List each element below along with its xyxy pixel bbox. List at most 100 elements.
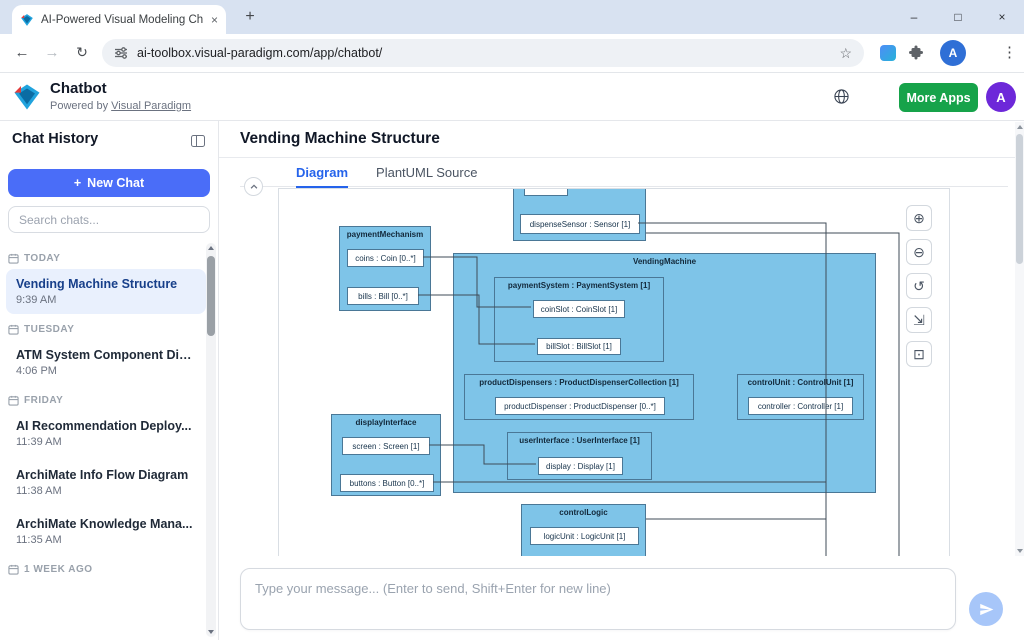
uml-part: controller : Controller [1] bbox=[748, 397, 853, 415]
visual-paradigm-link[interactable]: Visual Paradigm bbox=[111, 100, 191, 112]
browser-toolbar: ← → ↻ ai-toolbox.visual-paradigm.com/app… bbox=[0, 34, 1024, 72]
calendar-icon bbox=[8, 395, 19, 406]
pinned-extension-icon[interactable] bbox=[880, 45, 896, 61]
uml-label: display : Display [1] bbox=[546, 462, 615, 471]
uml-label: screen : Screen [1] bbox=[352, 442, 419, 451]
page-scrollbar[interactable] bbox=[1015, 122, 1024, 556]
section-label: 1 WEEK AGO bbox=[8, 564, 204, 575]
uml-box: VendingMachinepaymentSystem : PaymentSys… bbox=[453, 253, 876, 493]
diagram-tabs: Diagram PlantUML Source bbox=[296, 165, 477, 188]
scroll-down-arrow-icon[interactable] bbox=[1017, 549, 1023, 553]
tab-close-icon[interactable]: × bbox=[211, 13, 218, 27]
chat-history-item[interactable]: ArchiMate Knowledge Mana...11:35 AM bbox=[6, 509, 206, 554]
chat-item-time: 4:06 PM bbox=[16, 365, 196, 377]
powered-by-text: Powered by bbox=[50, 100, 108, 112]
more-apps-button[interactable]: More Apps bbox=[899, 83, 978, 112]
zoom-in-button[interactable]: ⊕ bbox=[906, 205, 932, 231]
reset-view-button[interactable]: ↺ bbox=[906, 273, 932, 299]
back-button[interactable]: ← bbox=[12, 44, 32, 61]
chat-item-title: Vending Machine Structure bbox=[16, 277, 196, 291]
url-text: ai-toolbox.visual-paradigm.com/app/chatb… bbox=[137, 46, 830, 60]
message-scroll-region: Diagram PlantUML Source dispenseSensor :… bbox=[219, 158, 1024, 556]
uml-box: dispenseSensor : Sensor [1] bbox=[513, 189, 646, 241]
user-avatar[interactable]: A bbox=[986, 82, 1016, 112]
scroll-down-arrow-icon[interactable] bbox=[208, 630, 214, 634]
forward-button[interactable]: → bbox=[42, 44, 62, 61]
uml-label: productDispenser : ProductDispenser [0..… bbox=[504, 402, 656, 411]
uml-box: userInterface : UserInterface [1]display… bbox=[507, 432, 652, 480]
send-button[interactable] bbox=[969, 592, 1003, 626]
uml-label: controlUnit : ControlUnit [1] bbox=[738, 375, 863, 387]
window-controls: – □ × bbox=[892, 0, 1024, 34]
uml-part: coins : Coin [0..*] bbox=[347, 249, 424, 267]
section-label: FRIDAY bbox=[8, 395, 204, 406]
search-chats-input[interactable] bbox=[8, 206, 210, 233]
uml-part: bills : Bill [0..*] bbox=[347, 287, 419, 305]
chat-item-title: AI Recommendation Deploy... bbox=[16, 419, 196, 433]
scroll-up-arrow-icon[interactable] bbox=[1017, 125, 1023, 129]
collapse-message-button[interactable] bbox=[244, 177, 263, 196]
chat-section-list: TODAYVending Machine Structure9:39 AMTUE… bbox=[6, 243, 206, 640]
uml-part: logicUnit : LogicUnit [1] bbox=[530, 527, 639, 545]
expand-button[interactable]: ⇲ bbox=[906, 307, 932, 333]
uml-part: coinSlot : CoinSlot [1] bbox=[533, 300, 625, 318]
diagram-canvas[interactable]: dispenseSensor : Sensor [1] paymentMechan… bbox=[279, 189, 949, 556]
refresh-button[interactable]: ↻ bbox=[72, 44, 92, 61]
uml-part: dispenseSensor : Sensor [1] bbox=[520, 214, 640, 234]
sidebar-scrollbar[interactable] bbox=[206, 243, 216, 637]
sidebar-scrollbar-thumb[interactable] bbox=[207, 256, 215, 336]
uml-part: billSlot : BillSlot [1] bbox=[537, 338, 621, 355]
tab-plantuml-source[interactable]: PlantUML Source bbox=[376, 165, 477, 188]
chat-history-item[interactable]: ATM System Component Dia...4:06 PM bbox=[6, 340, 206, 385]
chat-history-item[interactable]: Vending Machine Structure 9:39 AM bbox=[6, 269, 206, 314]
uml-label: paymentSystem : PaymentSystem [1] bbox=[495, 278, 663, 290]
message-input[interactable] bbox=[240, 568, 956, 630]
chat-item-time: 9:39 AM bbox=[16, 294, 196, 306]
browser-tab[interactable]: AI-Powered Visual Modeling Ch × bbox=[12, 5, 226, 34]
uml-label: coins : Coin [0..*] bbox=[355, 254, 415, 263]
new-chat-label: New Chat bbox=[87, 176, 144, 190]
visual-paradigm-favicon-icon bbox=[20, 13, 34, 27]
uml-label: billSlot : BillSlot [1] bbox=[546, 342, 612, 351]
window-maximize-button[interactable]: □ bbox=[936, 0, 980, 34]
chat-history-item[interactable]: AI Recommendation Deploy... 11:39 AM bbox=[6, 411, 206, 456]
calendar-icon bbox=[8, 324, 19, 335]
fit-screen-button[interactable]: ⊡ bbox=[906, 341, 932, 367]
new-tab-button[interactable]: + bbox=[240, 7, 260, 27]
uml-label: buttons : Button [0..*] bbox=[350, 479, 425, 488]
uml-label: dispenseSensor : Sensor [1] bbox=[530, 220, 631, 229]
tab-diagram[interactable]: Diagram bbox=[296, 165, 348, 188]
paper-plane-icon bbox=[979, 602, 994, 617]
uml-box: productDispensers : ProductDispenserColl… bbox=[464, 374, 694, 420]
new-chat-button[interactable]: + New Chat bbox=[8, 169, 210, 197]
app-header: Chatbot Powered by Visual Paradigm More … bbox=[0, 72, 1024, 121]
uml-box: controlUnit : ControlUnit [1] controller … bbox=[737, 374, 864, 420]
language-globe-icon[interactable] bbox=[833, 88, 850, 105]
uml-part bbox=[524, 189, 568, 196]
window-close-button[interactable]: × bbox=[980, 0, 1024, 34]
sidebar-collapse-icon[interactable] bbox=[190, 133, 206, 149]
uml-part: display : Display [1] bbox=[538, 457, 623, 475]
bookmark-star-icon[interactable]: ☆ bbox=[839, 45, 852, 62]
extensions-puzzle-icon[interactable] bbox=[908, 45, 924, 61]
window-minimize-button[interactable]: – bbox=[892, 0, 936, 34]
chat-item-time: 11:38 AM bbox=[16, 485, 196, 497]
chat-history-item[interactable]: ArchiMate Info Flow Diagram11:38 AM bbox=[6, 460, 206, 505]
page-scrollbar-thumb[interactable] bbox=[1016, 134, 1023, 264]
browser-tab-strip: AI-Powered Visual Modeling Ch × + – □ × bbox=[0, 0, 1024, 34]
browser-menu-icon[interactable]: ⋮ bbox=[1002, 43, 1017, 61]
uml-label: bills : Bill [0..*] bbox=[358, 292, 408, 301]
app-title: Chatbot bbox=[50, 80, 107, 97]
dark-mode-moon-icon[interactable] bbox=[870, 90, 885, 105]
browser-profile-avatar[interactable]: A bbox=[940, 40, 966, 66]
zoom-out-button[interactable]: ⊖ bbox=[906, 239, 932, 265]
address-bar[interactable]: ai-toolbox.visual-paradigm.com/app/chatb… bbox=[102, 39, 864, 67]
uml-box: paymentMechanismcoins : Coin [0..*]bills… bbox=[339, 226, 431, 311]
site-info-icon[interactable] bbox=[114, 46, 128, 60]
uml-label: productDispensers : ProductDispenserColl… bbox=[465, 375, 693, 387]
calendar-icon bbox=[8, 253, 19, 264]
chat-item-time: 11:39 AM bbox=[16, 436, 196, 448]
visual-paradigm-logo bbox=[12, 82, 42, 112]
scroll-up-arrow-icon[interactable] bbox=[208, 246, 214, 250]
app-subtitle: Powered by Visual Paradigm bbox=[50, 100, 191, 112]
